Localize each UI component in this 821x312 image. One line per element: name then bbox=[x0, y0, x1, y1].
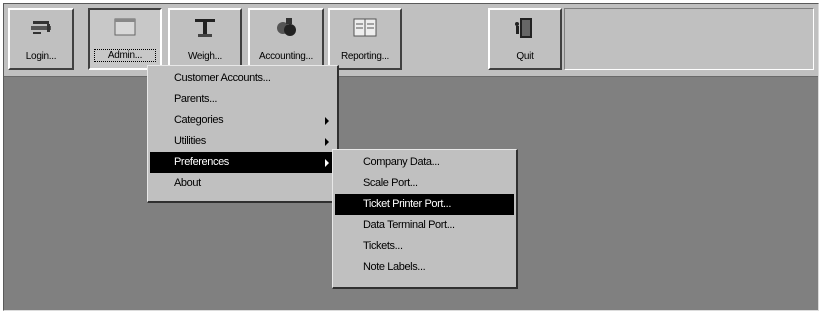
menu-item-label: Ticket Printer Port... bbox=[363, 198, 451, 210]
menu-item-parents[interactable]: Parents... bbox=[150, 89, 335, 110]
menu-item-label: Categories bbox=[174, 114, 224, 126]
accounting-button[interactable]: Accounting... bbox=[248, 8, 324, 70]
menu-item-note-labels[interactable]: Note Labels... bbox=[335, 257, 514, 278]
menu-item-label: Customer Accounts... bbox=[174, 72, 271, 84]
preferences-submenu: Company Data... Scale Port... Ticket Pri… bbox=[332, 149, 518, 289]
scale-icon bbox=[195, 19, 215, 37]
menu-item-label: Note Labels... bbox=[363, 261, 426, 273]
submenu-arrow-icon bbox=[325, 159, 329, 167]
menu-item-data-terminal-port[interactable]: Data Terminal Port... bbox=[335, 215, 514, 236]
weigh-button[interactable]: Weigh... bbox=[168, 8, 242, 70]
admin-button-label: Admin... bbox=[94, 49, 156, 62]
menu-item-label: Preferences bbox=[174, 156, 229, 168]
login-button[interactable]: Login... bbox=[8, 8, 74, 70]
main-window: Login... Admin... Weigh... Accounting...… bbox=[3, 3, 819, 311]
quit-button[interactable]: Quit bbox=[488, 8, 562, 70]
menu-item-label: Tickets... bbox=[363, 240, 403, 252]
menu-item-label: Company Data... bbox=[363, 156, 440, 168]
menu-item-label: Data Terminal Port... bbox=[363, 219, 455, 231]
login-button-label: Login... bbox=[25, 51, 57, 62]
admin-window-icon bbox=[114, 18, 136, 36]
menu-item-about[interactable]: About bbox=[150, 173, 335, 194]
menu-item-company-data[interactable]: Company Data... bbox=[335, 152, 514, 173]
key-icon bbox=[31, 21, 51, 34]
report-icon bbox=[353, 18, 377, 37]
submenu-arrow-icon bbox=[325, 138, 329, 146]
accounting-button-label: Accounting... bbox=[259, 51, 313, 62]
accounting-icon bbox=[277, 18, 296, 36]
menu-item-label: About bbox=[174, 177, 201, 189]
menu-item-label: Scale Port... bbox=[363, 177, 418, 189]
exit-door-icon bbox=[515, 18, 532, 38]
menu-item-scale-port[interactable]: Scale Port... bbox=[335, 173, 514, 194]
menu-item-ticket-printer-port[interactable]: Ticket Printer Port... bbox=[335, 194, 514, 215]
reporting-button-label: Reporting... bbox=[340, 51, 390, 62]
toolbar: Login... Admin... Weigh... Accounting...… bbox=[4, 4, 818, 77]
reporting-button[interactable]: Reporting... bbox=[328, 8, 402, 70]
menu-item-utilities[interactable]: Utilities bbox=[150, 131, 335, 152]
menu-item-customer-accounts[interactable]: Customer Accounts... bbox=[150, 68, 335, 89]
toolbar-status-panel bbox=[564, 8, 814, 70]
menu-item-label: Utilities bbox=[174, 135, 206, 147]
admin-button[interactable]: Admin... bbox=[88, 8, 162, 70]
quit-button-label: Quit bbox=[516, 51, 534, 62]
menu-item-label: Parents... bbox=[174, 93, 218, 105]
menu-item-categories[interactable]: Categories bbox=[150, 110, 335, 131]
menu-item-tickets[interactable]: Tickets... bbox=[335, 236, 514, 257]
submenu-arrow-icon bbox=[325, 117, 329, 125]
weigh-button-label: Weigh... bbox=[187, 51, 223, 62]
menu-item-preferences[interactable]: Preferences bbox=[150, 152, 335, 173]
admin-dropdown-menu: Customer Accounts... Parents... Categori… bbox=[147, 65, 339, 203]
